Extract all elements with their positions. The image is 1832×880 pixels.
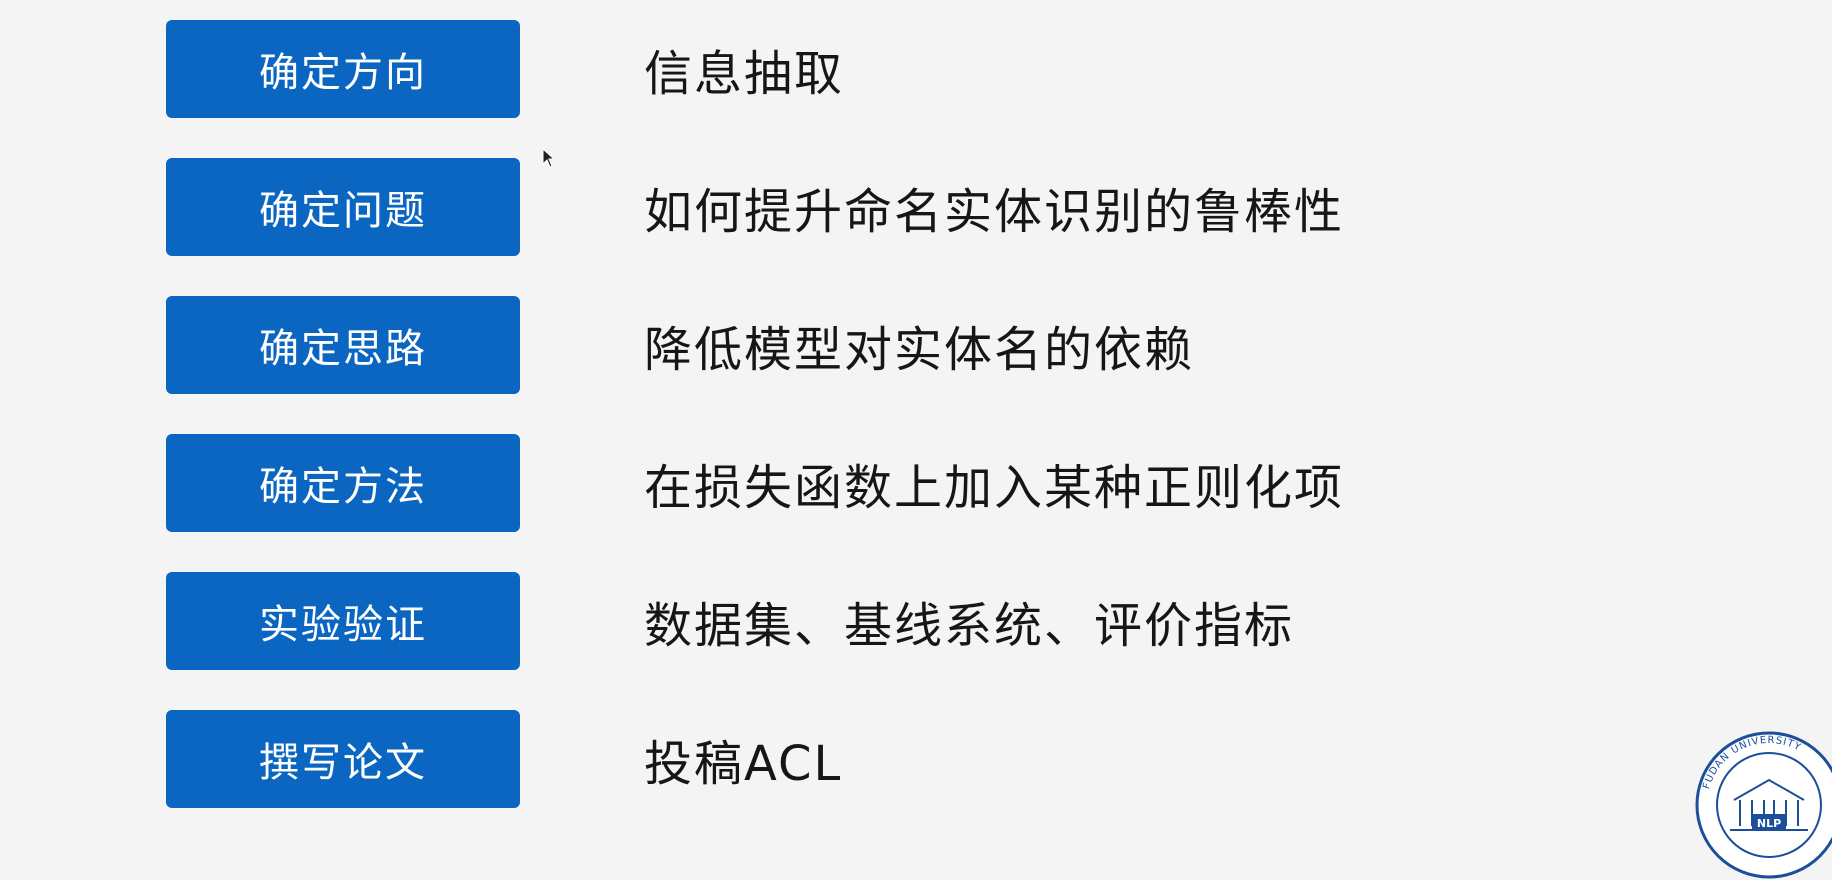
step-label-idea: 确定思路 (166, 296, 520, 394)
step-label-paper: 撰写论文 (166, 710, 520, 808)
step-row-method: 确定方法 在损失函数上加入某种正则化项 (166, 434, 1342, 532)
step-row-idea: 确定思路 降低模型对实体名的依赖 (166, 296, 1192, 394)
step-label-experiment: 实验验证 (166, 572, 520, 670)
mouse-cursor-icon (542, 148, 556, 168)
step-desc-paper: 投稿ACL (644, 736, 843, 792)
step-row-direction: 确定方向 信息抽取 (166, 20, 842, 118)
step-desc-method: 在损失函数上加入某种正则化项 (644, 460, 1345, 516)
step-desc-idea: 降低模型对实体名的依赖 (644, 322, 1195, 378)
step-desc-direction: 信息抽取 (644, 46, 845, 102)
logo-center-text: NLP (1757, 817, 1781, 830)
step-label-problem: 确定问题 (166, 158, 520, 256)
step-desc-problem: 如何提升命名实体识别的鲁棒性 (644, 184, 1345, 240)
step-row-problem: 确定问题 如何提升命名实体识别的鲁棒性 (166, 158, 1342, 256)
step-row-experiment: 实验验证 数据集、基线系统、评价指标 (166, 572, 1292, 670)
fudan-nlp-logo-icon: FUDAN UNIVERSITY NLP (1695, 731, 1832, 879)
step-desc-experiment: 数据集、基线系统、评价指标 (644, 598, 1295, 654)
step-label-method: 确定方法 (166, 434, 520, 532)
step-label-direction: 确定方向 (166, 20, 520, 118)
step-row-paper: 撰写论文 投稿ACL (166, 710, 840, 808)
